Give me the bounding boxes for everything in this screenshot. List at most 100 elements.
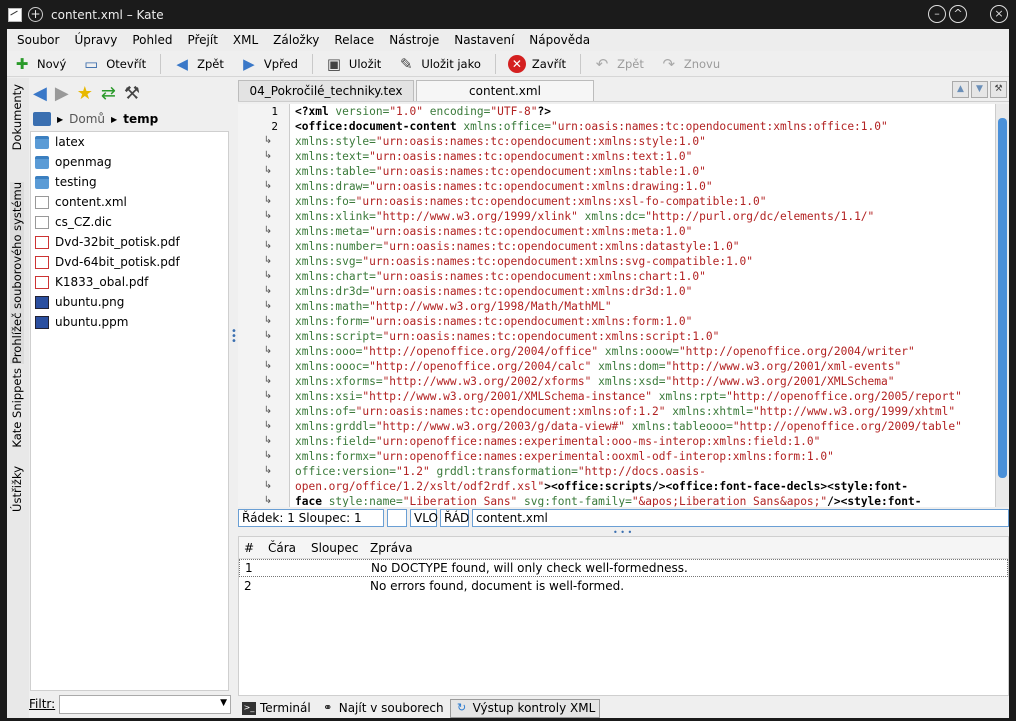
list-item[interactable]: K1833_obal.pdf [31,272,228,292]
scroll-tabs-up-icon[interactable]: ▲ [952,81,969,98]
tab-04-pokrocile-techniky[interactable]: 04_Pokročilé_techniky.tex [238,80,414,101]
tab-find-in-files[interactable]: ⚭ Najít v souborech [317,699,448,718]
maximize-button[interactable]: ^ [949,5,967,23]
col-column[interactable]: Sloupec [309,541,366,555]
menu-item-9[interactable]: Nápověda [529,33,590,47]
save-button[interactable]: ▣ Uložit [323,54,381,74]
toolbar-separator [311,53,313,74]
sync-icon[interactable]: ⇄ [101,83,116,104]
table-row[interactable]: 2 No errors found, document is well-form… [239,577,1008,595]
menu-item-2[interactable]: Pohled [132,33,172,47]
sidebar-tab-documents[interactable]: Dokumenty [10,84,24,150]
menu-item-6[interactable]: Relace [334,33,374,47]
code-token: xmlns:form= [295,315,370,328]
editor-area: 04_Pokročilé_techniky.tex content.xml ▲ … [238,78,1009,718]
pin-icon[interactable]: + [28,7,43,22]
list-item[interactable]: content.xml [31,192,228,212]
code-token: xmlns:ooow= [604,345,679,358]
tab-content-xml[interactable]: content.xml [416,80,594,101]
row-number: 2 [244,579,252,593]
list-item[interactable]: latex [31,132,228,152]
close-window-button[interactable]: × [990,5,1008,23]
list-item[interactable]: cs_CZ.dic [31,212,228,232]
code-token: <office:document-content [295,120,464,133]
chevron-down-icon[interactable]: ▼ [220,698,227,708]
menu-item-0[interactable]: Soubor [17,33,59,47]
code-token: "http://openoffice.org/2005/report" [726,390,962,403]
menu-item-3[interactable]: Přejít [187,33,217,47]
code-token: xmlns:meta= [295,225,370,238]
wrench-icon[interactable]: ⚒ [124,83,140,104]
insert-mode-indicator[interactable]: VLO [410,509,438,527]
file-list: latex openmag testing content.xml cs_CZ.dic D… [30,131,229,691]
code-editor[interactable]: 1 2 ↳ ↳ ↳ ↳ ↳ ↳ ↳ ↳ ↳ ↳ ↳ ↳ ↳ ↳ ↳ ↳ ↳ ↳ ↳ ↳ ↳ ↳ ↳ ↳ ↳ <?xml versio… [238,104,1009,507]
sidebar-tab-clipboard[interactable]: Ústřižky [10,466,24,512]
code-token: "http://www.w3.org/2001/XMLSchema-instan… [362,390,659,403]
scrollbar-thumb[interactable] [998,118,1007,478]
code-token: open.org/office/1.2/xslt/odf2rdf.xsl" [295,480,545,493]
save-as-button[interactable]: ✎ Uložit jako [395,54,481,74]
breadcrumb-current[interactable]: temp [123,112,158,126]
col-number[interactable]: # [239,541,266,555]
code-token: face [295,495,329,507]
tab-settings-icon[interactable]: ⚒ [990,81,1007,98]
sidebar-tab-filesystem-browser[interactable]: Prohlížeč souborového systému [10,182,24,364]
code-token: xmlns:xsi= [295,390,363,403]
list-item[interactable]: ubuntu.ppm [31,312,228,332]
tab-xml-check-output[interactable]: ↻ Výstup kontroly XML [449,698,601,718]
back-arrow-icon[interactable]: ◀ [33,83,47,104]
sidebar-tab-snippets[interactable]: Kate Snippets [10,368,24,448]
wrap-marker-icon: ↳ [263,300,273,311]
col-line[interactable]: Čára [266,541,309,555]
breadcrumb-home[interactable]: Domů [69,112,105,126]
bookmark-star-icon[interactable]: ★ [77,83,93,104]
menu-item-5[interactable]: Záložky [273,33,319,47]
forward-button[interactable]: ▶ Vpřed [238,54,298,74]
list-item[interactable]: testing [31,172,228,192]
col-message[interactable]: Zpráva [366,541,1008,555]
filter-input[interactable]: ▼ [59,694,231,714]
menu-item-4[interactable]: XML [233,33,258,47]
code-token: xmlns:dr3d= [295,285,370,298]
code-token: xmlns:office= [463,120,551,133]
table-row[interactable]: 1 No DOCTYPE found, will only check well… [239,559,1008,577]
selection-mode-indicator[interactable]: ŘÁD [440,509,469,527]
forward-arrow-icon[interactable]: ▶ [55,83,69,104]
document-icon [35,195,49,209]
image-file-icon [35,315,49,329]
new-button[interactable]: ✚ Nový [11,54,67,74]
list-item[interactable]: ubuntu.png [31,292,228,312]
code-text[interactable]: <?xml version="1.0" encoding="UTF-8"?> <o… [295,104,993,507]
code-line: xmlns:svg="urn:oasis:names:tc:opendocume… [295,254,993,269]
code-token: "http://openoffice.org/2004/calc" [369,360,599,373]
code-token: <office:font-face-decls> [665,480,828,493]
close-document-button[interactable]: ✕ Zavřít [506,54,566,74]
list-item[interactable]: openmag [31,152,228,172]
code-line: xmlns:meta="urn:oasis:names:tc:opendocum… [295,224,993,239]
menu-item-7[interactable]: Nástroje [389,33,439,47]
home-folder-icon[interactable] [33,112,51,126]
open-button[interactable]: ▭ Otevřít [80,54,146,74]
code-token: xmlns:tableooo= [631,420,733,433]
code-line: office:version="1.2" grddl:transformatio… [295,464,993,479]
editor-statusbar: Řádek: 1 Sloupec: 1 VLO ŘÁD content.xml [238,508,1009,528]
redo-button[interactable]: ↷ Znovu [658,54,721,74]
wrap-marker-icon: ↳ [263,375,273,386]
back-button[interactable]: ◀ Zpět [171,54,224,74]
document-icon [35,215,49,229]
minimize-button[interactable]: – [928,5,946,23]
tab-terminal[interactable]: >_ Terminál [238,699,315,718]
list-item[interactable]: Dvd-64bit_potisk.pdf [31,252,228,272]
undo-button[interactable]: ↶ Zpět [591,54,644,74]
list-item[interactable]: Dvd-32bit_potisk.pdf [31,232,228,252]
code-token: "http://docs.oasis- [577,465,706,478]
file-name: cs_CZ.dic [55,215,112,229]
file-name: latex [55,135,85,149]
vertical-scrollbar[interactable] [995,104,1009,507]
menu-item-8[interactable]: Nastavení [454,33,514,47]
code-line: xmlns:form="urn:oasis:names:tc:opendocum… [295,314,993,329]
menu-item-1[interactable]: Úpravy [74,33,117,47]
splitter-handle[interactable]: • • • [231,327,237,347]
scroll-tabs-down-icon[interactable]: ▼ [971,81,988,98]
refresh-icon: ↻ [456,700,467,714]
